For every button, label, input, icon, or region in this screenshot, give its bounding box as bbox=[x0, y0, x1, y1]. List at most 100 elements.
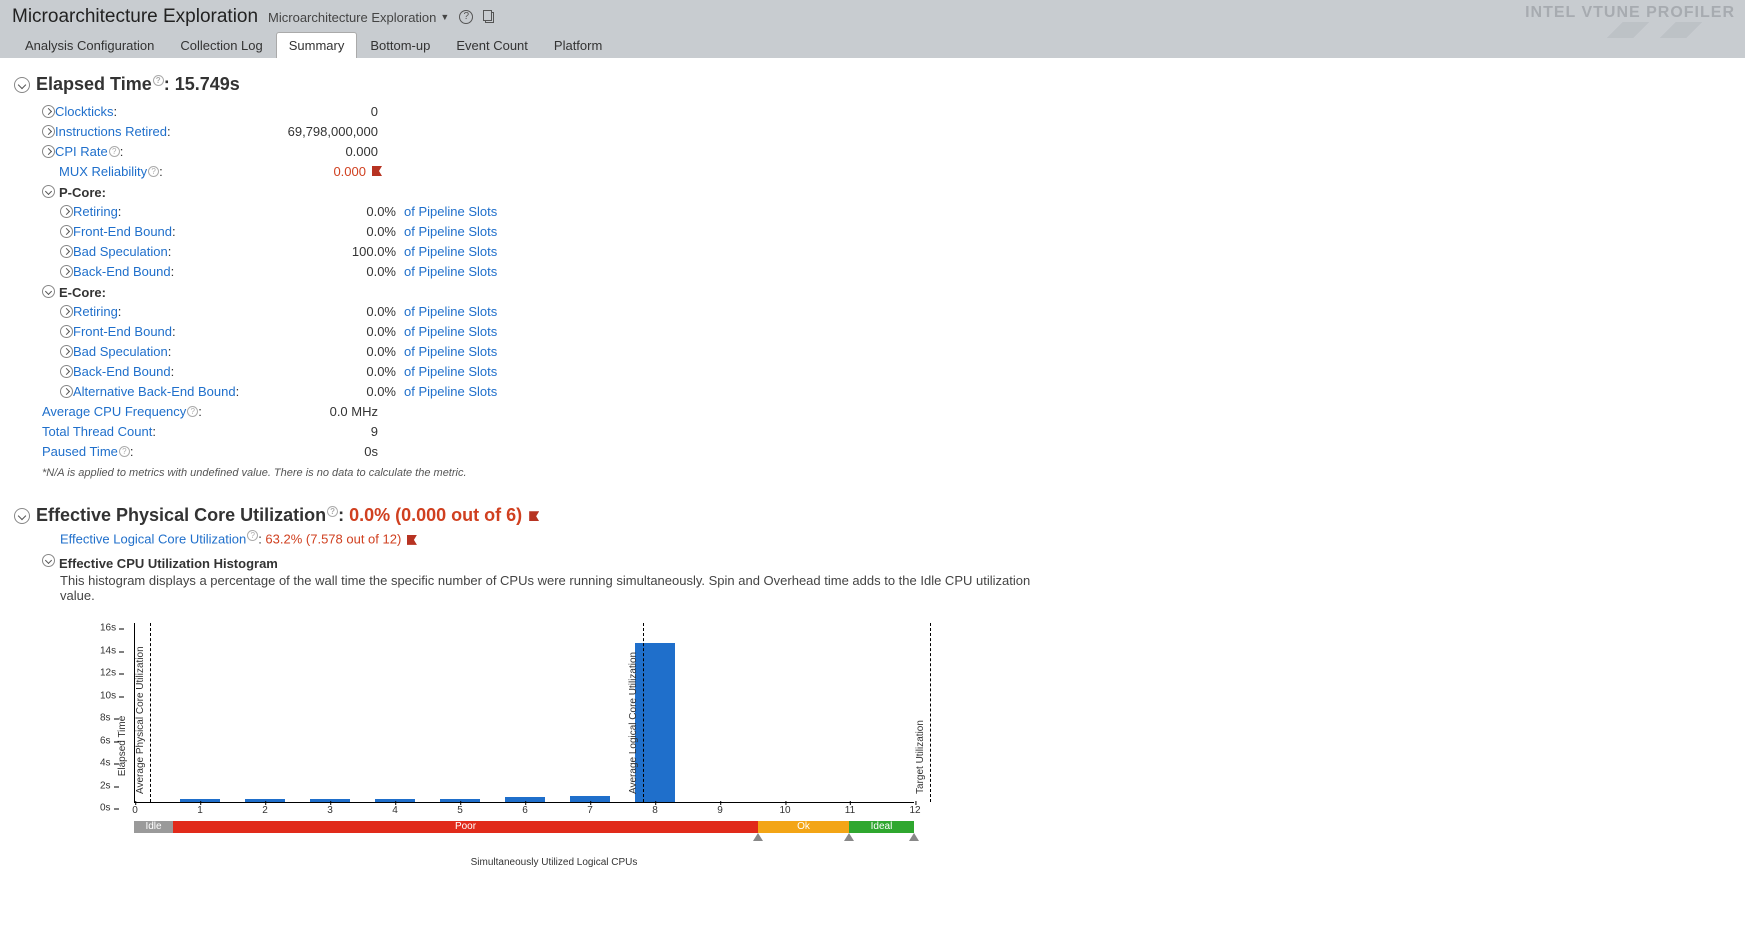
metric-label[interactable]: Instructions Retired bbox=[55, 124, 167, 139]
flag-icon bbox=[529, 511, 539, 521]
expand-icon[interactable] bbox=[60, 205, 73, 218]
reference-line bbox=[150, 623, 151, 802]
tab-platform[interactable]: Platform bbox=[541, 32, 615, 58]
expand-icon[interactable] bbox=[60, 245, 73, 258]
page-title: Microarchitecture Exploration bbox=[12, 6, 258, 28]
metric-unit[interactable]: of Pipeline Slots bbox=[404, 264, 524, 279]
expand-icon[interactable] bbox=[42, 145, 55, 158]
colon: : bbox=[168, 244, 172, 259]
metric-unit[interactable]: of Pipeline Slots bbox=[404, 324, 524, 339]
phys-util-label: Effective Physical Core Utilization bbox=[36, 505, 326, 525]
collapse-icon[interactable] bbox=[42, 185, 55, 198]
brand-logo: INTEL VTUNE PROFILER bbox=[1525, 4, 1735, 22]
y-tick: 12s bbox=[100, 668, 116, 679]
cpu-histogram-chart: Elapsed Time 0s2s4s6s8s10s12s14s16s01234… bbox=[74, 623, 974, 868]
expand-icon[interactable] bbox=[60, 365, 73, 378]
zone-handle[interactable] bbox=[753, 833, 763, 845]
metric-label[interactable]: Front-End Bound bbox=[73, 324, 172, 339]
reference-line bbox=[643, 623, 644, 802]
help-icon[interactable]: ? bbox=[119, 446, 130, 457]
metric-label[interactable]: Front-End Bound bbox=[73, 224, 172, 239]
x-tick: 8 bbox=[652, 805, 658, 816]
x-tick: 9 bbox=[717, 805, 723, 816]
colon: : bbox=[236, 384, 240, 399]
collapse-icon[interactable] bbox=[14, 508, 30, 524]
metric-unit[interactable]: of Pipeline Slots bbox=[404, 364, 524, 379]
metric-label[interactable]: Paused Time bbox=[42, 444, 118, 459]
help-icon[interactable]: ? bbox=[459, 10, 473, 24]
colon: : bbox=[171, 264, 175, 279]
expand-icon[interactable] bbox=[60, 305, 73, 318]
tab-summary[interactable]: Summary bbox=[276, 32, 358, 58]
help-icon[interactable]: ? bbox=[109, 146, 120, 157]
metric-label[interactable]: CPI Rate bbox=[55, 144, 108, 159]
zone-ok: Ok bbox=[758, 821, 849, 833]
collapse-icon[interactable] bbox=[42, 285, 55, 298]
y-tick: 16s bbox=[100, 623, 116, 634]
metric-label[interactable]: Retiring bbox=[73, 304, 118, 319]
colon: : bbox=[159, 164, 163, 179]
flag-icon bbox=[372, 166, 382, 176]
collapse-icon[interactable] bbox=[14, 77, 30, 93]
expand-icon[interactable] bbox=[60, 345, 73, 358]
help-icon[interactable]: ? bbox=[148, 166, 159, 177]
metric-label[interactable]: Average CPU Frequency bbox=[42, 404, 186, 419]
metric-label[interactable]: Clockticks bbox=[55, 104, 114, 119]
x-tick: 1 bbox=[197, 805, 203, 816]
metric-unit[interactable]: of Pipeline Slots bbox=[404, 244, 524, 259]
colon: : bbox=[118, 304, 122, 319]
metric-unit[interactable]: of Pipeline Slots bbox=[404, 344, 524, 359]
logical-util-value: 63.2% (7.578 out of 12) bbox=[265, 531, 401, 546]
help-icon[interactable]: ? bbox=[187, 406, 198, 417]
colon: : bbox=[172, 324, 176, 339]
colon: : bbox=[198, 404, 202, 419]
pcore-label: P-Core: bbox=[59, 185, 106, 200]
metric-label[interactable]: Bad Speculation bbox=[73, 244, 168, 259]
expand-icon[interactable] bbox=[42, 105, 55, 118]
help-icon[interactable]: ? bbox=[247, 530, 258, 541]
metric-label[interactable]: MUX Reliability bbox=[59, 164, 147, 179]
x-tick: 6 bbox=[522, 805, 528, 816]
expand-icon[interactable] bbox=[60, 265, 73, 278]
metric-value: 0.000 bbox=[246, 164, 366, 179]
metric-unit[interactable]: of Pipeline Slots bbox=[404, 204, 524, 219]
metric-label[interactable]: Bad Speculation bbox=[73, 344, 168, 359]
expand-icon[interactable] bbox=[60, 225, 73, 238]
metric-label[interactable]: Back-End Bound bbox=[73, 264, 171, 279]
histogram-title: Effective CPU Utilization Histogram bbox=[59, 556, 278, 571]
y-axis-label: Elapsed Time bbox=[117, 716, 128, 777]
x-tick: 10 bbox=[779, 805, 790, 816]
x-tick: 3 bbox=[327, 805, 333, 816]
copy-icon[interactable] bbox=[483, 10, 498, 25]
metric-value: 0.0% bbox=[306, 224, 396, 239]
expand-icon[interactable] bbox=[60, 385, 73, 398]
zone-handle[interactable] bbox=[909, 833, 919, 845]
expand-icon[interactable] bbox=[42, 125, 55, 138]
metric-label[interactable]: Alternative Back-End Bound bbox=[73, 384, 236, 399]
metric-value: 69,798,000,000 bbox=[258, 124, 378, 139]
collapse-icon[interactable] bbox=[42, 554, 55, 567]
metric-unit[interactable]: of Pipeline Slots bbox=[404, 224, 524, 239]
tabs: Analysis ConfigurationCollection LogSumm… bbox=[12, 32, 1733, 58]
tab-bottom-up[interactable]: Bottom-up bbox=[357, 32, 443, 58]
breadcrumb[interactable]: Microarchitecture Exploration ▼ bbox=[268, 10, 449, 25]
metric-unit[interactable]: of Pipeline Slots bbox=[404, 304, 524, 319]
chevron-down-icon: ▼ bbox=[440, 12, 449, 22]
tab-analysis-configuration[interactable]: Analysis Configuration bbox=[12, 32, 167, 58]
tab-event-count[interactable]: Event Count bbox=[443, 32, 541, 58]
footnote: *N/A is applied to metrics with undefine… bbox=[42, 467, 1731, 479]
expand-icon[interactable] bbox=[60, 325, 73, 338]
metric-value: 9 bbox=[258, 424, 378, 439]
help-icon[interactable]: ? bbox=[327, 506, 338, 517]
metric-value: 0.0% bbox=[306, 324, 396, 339]
metric-label[interactable]: Retiring bbox=[73, 204, 118, 219]
zone-handle[interactable] bbox=[844, 833, 854, 845]
help-icon[interactable]: ? bbox=[153, 75, 164, 86]
colon: : bbox=[338, 505, 349, 525]
tab-collection-log[interactable]: Collection Log bbox=[167, 32, 275, 58]
metric-unit[interactable]: of Pipeline Slots bbox=[404, 384, 524, 399]
metric-label[interactable]: Total Thread Count bbox=[42, 424, 152, 439]
metric-label[interactable]: Back-End Bound bbox=[73, 364, 171, 379]
metric-value: 0.0 MHz bbox=[258, 404, 378, 419]
logical-util-label[interactable]: Effective Logical Core Utilization bbox=[60, 531, 246, 546]
